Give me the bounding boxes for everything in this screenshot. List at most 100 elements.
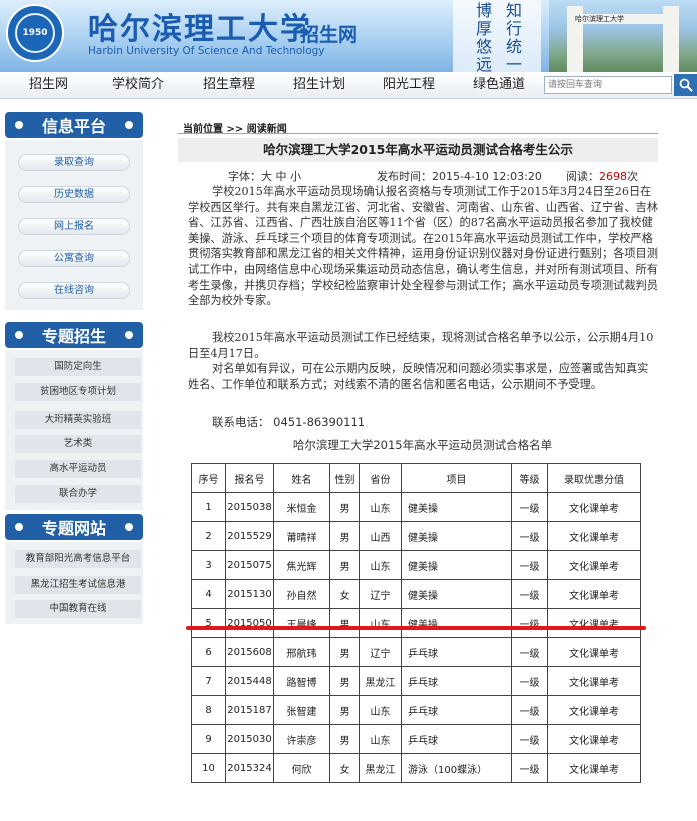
sidebar-item-online-consult[interactable]: 在线咨询 [18,282,130,299]
table-row: 10 2015324 何欣女黑龙江 游泳（100蝶泳） 一级 文化课单考 [191,753,641,783]
cell: 辽宁 [359,579,402,609]
cell: 何欣 [273,753,330,783]
table-row: 4 2015130 孙自然女辽宁 健美操 一级 文化课单考 [191,579,641,609]
sidebar-item-dorm-query[interactable]: 公寓查询 [18,250,130,267]
sidebar-item-elite-class[interactable]: 大珩精英实验班 [15,411,141,429]
cell: 一级 [511,492,548,522]
cell: 一级 [511,724,548,754]
sidebar-item-hlj-exam[interactable]: 黑龙江招生考试信息港 [15,576,141,594]
sidebar-item-history-data[interactable]: 历史数据 [18,186,130,203]
table-row-highlighted: 5 2015050 王晨峰男山东 健美操 一级 文化课单考 [191,608,641,638]
table-row: 9 2015030 许崇彦男山东 乒乓球 一级 文化课单考 [191,724,641,754]
bullet-icon [125,121,133,129]
cell: 2015030 [225,724,274,754]
cell: 2015038 [225,492,274,522]
cell: 山西 [359,521,402,551]
table-row: 6 2015608 邢航玮男辽宁 乒乓球 一级 文化课单考 [191,637,641,667]
cell: 王晨峰 [273,608,330,638]
article-paragraph-3: 对名单如有异议，可在公示期内反映，反映情况和问题必须实事求是，应签署或告知真实姓… [188,362,649,391]
cell: 山东 [359,550,402,580]
bullet-icon [15,121,23,129]
search-button[interactable] [674,74,697,96]
bullet-icon [125,331,133,339]
col-header: 项目 [401,463,512,493]
nav-item-home[interactable]: 招生网 [29,72,68,98]
cell: 邢航玮 [273,637,330,667]
table-header-row: 序号 报名号 姓名 性别 省份 项目 等级 录取优惠分值 [191,463,641,493]
cell: 一级 [511,608,548,638]
motto-line-1: 知行统一 [505,1,522,73]
sidebar-item-eol[interactable]: 中国教育在线 [15,600,141,618]
search-input[interactable] [544,76,672,94]
cell: 文化课单考 [547,492,641,522]
table-row: 3 2015075 焦光辉男山东 健美操 一级 文化课单考 [191,550,641,580]
cell: 张智建 [273,695,330,725]
sidebar-item-arts[interactable]: 艺术类 [15,435,141,453]
table-row: 2 2015529 莆晴祥男山西 健美操 一级 文化课单考 [191,521,641,551]
university-logo[interactable]: 1950 [6,4,64,62]
sidebar-item-admission-query[interactable]: 录取查询 [18,154,130,171]
cell: 2015608 [225,637,274,667]
nav-item-green[interactable]: 绿色通道 [473,72,525,98]
cell: 山东 [359,608,402,638]
site-header: 1950 哈尔滨理工大学 Harbin University Of Scienc… [0,0,697,72]
cell: 男 [329,608,360,638]
cell: 米恒金 [273,492,330,522]
sidebar-item-online-register[interactable]: 网上报名 [18,218,130,235]
section-title: 信息平台 [41,117,106,136]
cell: 乒乓球 [401,724,512,754]
sidebar-item-moe-sunshine[interactable]: 教育部阳光高考信息平台 [15,550,141,568]
nav-item-charter[interactable]: 招生章程 [203,72,255,98]
article-paragraph-1: 学校2015年高水平运动员现场确认报名资格与专项测试工作于2015年3月24日至… [188,185,658,308]
platform-list: 录取查询 历史数据 网上报名 公寓查询 在线咨询 [5,140,143,310]
cell: 文化课单考 [547,724,641,754]
cell: 5 [191,608,226,638]
col-header: 序号 [191,463,226,493]
cell: 一级 [511,550,548,580]
view-count: 阅读：2698次 [566,168,638,184]
search-icon [679,78,693,92]
sidebar-item-joint-program[interactable]: 联合办学 [15,485,141,503]
sites-list: 教育部阳光高考信息平台 黑龙江招生考试信息港 中国教育在线 [5,542,143,624]
cell: 文化课单考 [547,666,641,696]
col-header: 等级 [511,463,548,493]
sidebar-item-poverty-plan[interactable]: 贫困地区专项计划 [15,383,141,401]
sidebar-item-athletes[interactable]: 高水平运动员 [15,460,141,478]
cell: 2015324 [225,753,274,783]
table-title: 哈尔滨理工大学2015年高水平运动员测试合格名单 [292,438,553,452]
font-size-switch[interactable]: 字体：大 中 小 [228,168,301,184]
cell: 健美操 [401,521,512,551]
cell: 6 [191,637,226,667]
cell: 男 [329,724,360,754]
campus-gate-photo: 哈尔滨理工大学 [549,0,697,72]
cell: 女 [329,753,360,783]
table-row: 7 2015448 路智博男黑龙江 乒乓球 一级 文化课单考 [191,666,641,696]
cell: 健美操 [401,550,512,580]
section-special-sites: 专题网站 [5,514,143,540]
cell: 一级 [511,695,548,725]
cell: 山东 [359,492,402,522]
sidebar-item-defense[interactable]: 国防定向生 [15,358,141,376]
cell: 1 [191,492,226,522]
col-header: 性别 [329,463,360,493]
cell: 文化课单考 [547,579,641,609]
bullet-icon [15,523,23,531]
col-header: 录取优惠分值 [547,463,641,493]
cell: 文化课单考 [547,695,641,725]
cell: 10 [191,753,226,783]
cell: 文化课单考 [547,637,641,667]
bullet-icon [15,331,23,339]
cell: 7 [191,666,226,696]
cell: 乒乓球 [401,695,512,725]
nav-item-about[interactable]: 学校简介 [112,72,164,98]
cell: 男 [329,550,360,580]
nav-item-sunshine[interactable]: 阳光工程 [383,72,435,98]
cell: 2015448 [225,666,274,696]
section-title: 专题网站 [41,519,106,538]
logo-text: 1950 [22,28,48,38]
cell: 一级 [511,579,548,609]
cell: 孙自然 [273,579,330,609]
cell: 2015075 [225,550,274,580]
nav-item-plan[interactable]: 招生计划 [293,72,345,98]
cell: 一级 [511,637,548,667]
